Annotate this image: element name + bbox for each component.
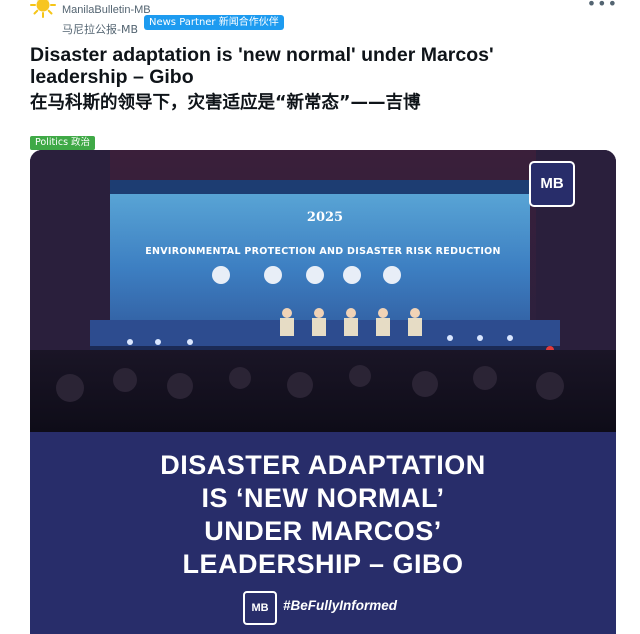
headline-line: UNDER MARCOS’ <box>204 516 442 546</box>
article-image[interactable]: 2025 ENVIRONMENTAL PROTECTION AND DISAST… <box>30 150 616 634</box>
account-subtitle: 马尼拉公报-MB <box>62 23 139 36</box>
category-tag[interactable]: Politics 政治 <box>30 136 96 150</box>
hashtag: #BeFullyInformed <box>283 598 398 613</box>
account-name[interactable]: ManilaBulletin-MB <box>62 4 151 16</box>
post-header: ManilaBulletin-MB 马尼拉公报-MB News Partner … <box>0 0 640 40</box>
mb-footer-logo: MB <box>243 591 277 625</box>
event-year: 2025 <box>306 210 344 225</box>
mb-logo: MB <box>529 161 575 207</box>
more-horizontal-icon[interactable]: ••• <box>587 0 618 13</box>
headline-line: LEADERSHIP – GIBO <box>182 549 464 579</box>
stage-banner-title: ENVIRONMENTAL PROTECTION AND DISASTER RI… <box>145 246 501 257</box>
article-title-english[interactable]: Disaster adaptation is 'new normal' unde… <box>30 44 590 88</box>
sun-avatar-icon[interactable] <box>30 0 56 18</box>
news-partner-badge: News Partner 新闻合作伙伴 <box>144 15 284 30</box>
article-title-chinese[interactable]: 在马科斯的领导下，灾害适应是“新常态”——吉博 <box>30 92 421 114</box>
headline-line: DISASTER ADAPTATION <box>160 450 486 480</box>
headline-line: IS ‘NEW NORMAL’ <box>201 483 445 513</box>
